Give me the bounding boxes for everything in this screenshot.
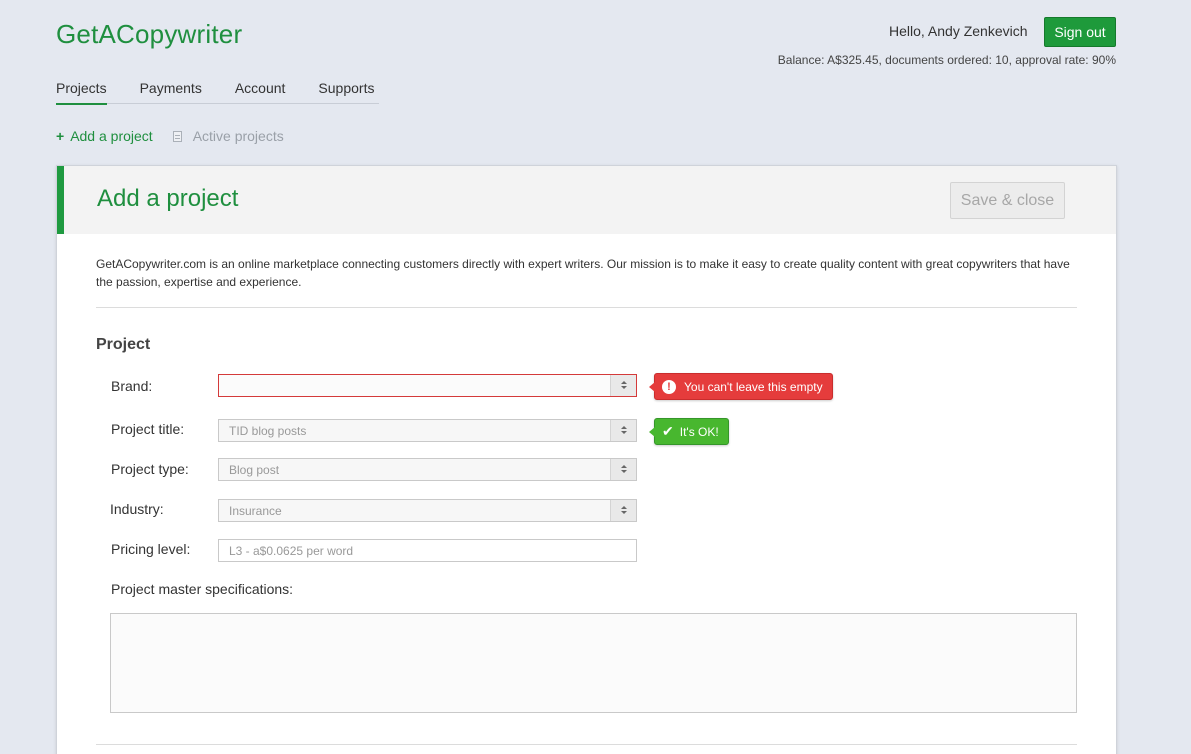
panel-header: Add a project Save & close: [57, 166, 1116, 234]
project-title-label: Project title:: [111, 421, 185, 437]
project-title-value: TID blog posts: [229, 424, 307, 438]
sub-nav: + Add a project Active projects: [56, 128, 284, 144]
page-title: Add a project: [97, 185, 239, 212]
checkmark-icon: ✔: [662, 423, 674, 439]
intro-text: GetACopywriter.com is an online marketpl…: [96, 257, 1070, 289]
add-project-label: Add a project: [70, 128, 153, 144]
sign-out-button[interactable]: Sign out: [1044, 17, 1116, 47]
divider: [96, 307, 1077, 308]
add-project-panel: Add a project Save & close GetACopywrite…: [56, 165, 1117, 754]
user-greeting: Hello, Andy Zenkevich: [889, 23, 1028, 39]
brand-error-tooltip: ! You can't leave this empty: [649, 373, 833, 400]
divider: [96, 744, 1077, 745]
plus-icon: +: [56, 128, 65, 144]
pricing-level-input[interactable]: L3 - a$0.0625 per word: [218, 539, 637, 562]
active-projects-label: Active projects: [192, 128, 284, 144]
nav-item-payments[interactable]: Payments: [140, 80, 202, 104]
active-projects-link[interactable]: Active projects: [172, 128, 284, 144]
project-type-select[interactable]: Blog post: [218, 458, 637, 481]
account-balance: Balance: A$325.45, documents ordered: 10…: [777, 53, 1116, 67]
industry-label: Industry:: [110, 501, 164, 517]
nav-item-projects[interactable]: Projects: [56, 80, 107, 105]
brand-select[interactable]: [218, 374, 637, 397]
project-title-ok-tooltip: ✔ It's OK!: [649, 418, 729, 445]
specs-label: Project master specifications:: [111, 581, 294, 597]
save-close-button[interactable]: Save & close: [950, 182, 1065, 219]
brand-label: Brand:: [111, 378, 153, 394]
select-arrows-icon[interactable]: [610, 459, 636, 480]
document-icon: [172, 130, 182, 142]
pricing-level-label: Pricing level:: [111, 541, 191, 557]
project-title-ok-text: It's OK!: [679, 424, 719, 439]
project-type-value: Blog post: [229, 463, 280, 477]
project-type-label: Project type:: [111, 461, 189, 477]
project-title-select[interactable]: TID blog posts: [218, 419, 637, 442]
nav-item-account[interactable]: Account: [235, 80, 286, 104]
add-project-link[interactable]: + Add a project: [56, 128, 153, 144]
brand-error-text: You can't leave this empty: [684, 379, 823, 394]
industry-value: Insurance: [229, 504, 282, 518]
app-logo[interactable]: GetACopywriter: [56, 19, 242, 50]
industry-select[interactable]: Insurance: [218, 499, 637, 522]
main-nav: Projects Payments Account Supports: [56, 80, 379, 105]
pricing-level-value: L3 - a$0.0625 per word: [229, 544, 354, 558]
select-arrows-icon[interactable]: [610, 375, 636, 396]
select-arrows-icon[interactable]: [610, 500, 636, 521]
section-title: Project: [96, 336, 151, 353]
exclamation-icon: !: [662, 379, 676, 394]
nav-item-supports[interactable]: Supports: [318, 80, 374, 104]
select-arrows-icon[interactable]: [610, 420, 636, 441]
specs-textarea[interactable]: [110, 613, 1077, 713]
